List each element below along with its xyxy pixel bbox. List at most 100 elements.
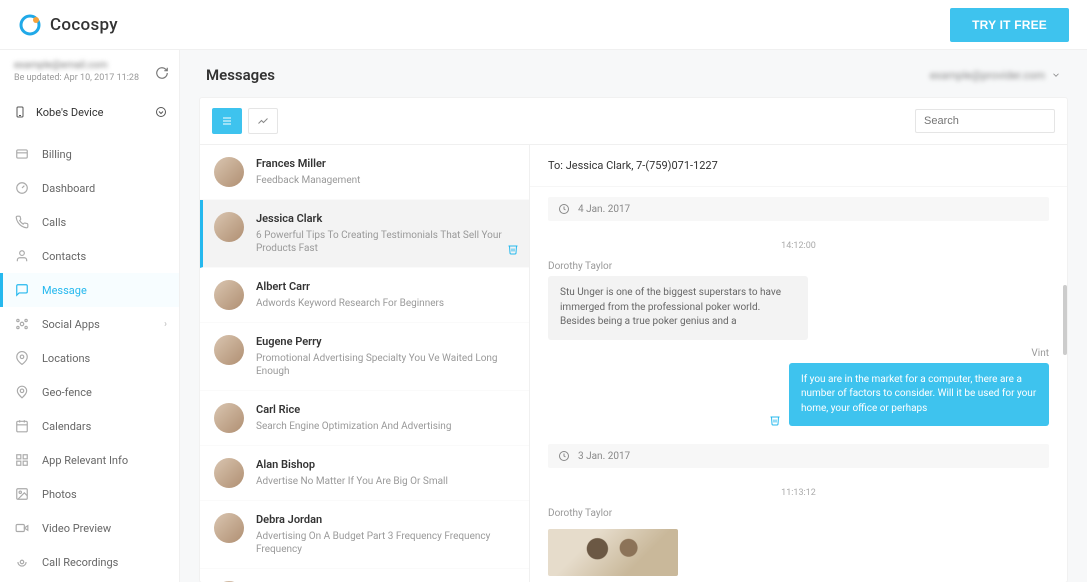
device-selector[interactable]: Kobe's Device (0, 91, 179, 133)
expand-icon[interactable] (155, 106, 167, 118)
sidebar-item-photos[interactable]: Photos (0, 477, 179, 511)
dashboard-icon (14, 180, 30, 196)
sidebar-item-contacts[interactable]: Contacts (0, 239, 179, 273)
avatar (214, 513, 244, 543)
nav-label: Message (42, 284, 87, 297)
nav-label: Geo-fence (42, 386, 92, 399)
delete-thread-icon[interactable] (507, 243, 519, 255)
nav-label: Billing (42, 148, 72, 161)
refresh-icon[interactable] (155, 66, 169, 80)
avatar (214, 403, 244, 433)
thread-item[interactable]: Amanda WaltersEffective Advertising Poin… (200, 569, 529, 582)
thread-name: Carl Rice (256, 403, 515, 416)
sidebar-item-locations[interactable]: Locations (0, 341, 179, 375)
list-view-button[interactable] (212, 108, 242, 134)
billing-icon (14, 146, 30, 162)
thread-name: Albert Carr (256, 280, 515, 293)
nav-label: Calendars (42, 420, 91, 433)
brand-logo[interactable]: Cocospy (18, 13, 118, 37)
social-icon (14, 316, 30, 332)
thread-snippet: Advertise No Matter If You Are Big Or Sm… (256, 475, 515, 488)
thread-name: Debra Jordan (256, 513, 515, 526)
nav-label: Video Preview (42, 522, 111, 535)
nav-label: Social Apps (42, 318, 100, 331)
panel-toolbar (200, 98, 1067, 145)
sidebar-item-billing[interactable]: Billing (0, 137, 179, 171)
thread-item[interactable]: Albert Carr Adwords Keyword Research For … (200, 268, 529, 323)
thread-snippet: Adwords Keyword Research For Beginners (256, 297, 515, 310)
timestamp: 14:12:00 (530, 241, 1067, 251)
device-icon (14, 105, 26, 119)
page-title: Messages (206, 66, 275, 84)
sidebar-item-social[interactable]: Social Apps› (0, 307, 179, 341)
geofence-icon (14, 384, 30, 400)
sidebar-item-calendars[interactable]: Calendars (0, 409, 179, 443)
sidebar-item-callrec[interactable]: Call Recordings (0, 545, 179, 579)
thread-item[interactable]: Carl RiceSearch Engine Optimization And … (200, 391, 529, 446)
sidebar-item-video[interactable]: Video Preview (0, 511, 179, 545)
locations-icon (14, 350, 30, 366)
avatar (214, 458, 244, 488)
conversation-to: To: Jessica Clark, 7-(759)071-1227 (530, 145, 1067, 187)
message-icon (14, 282, 30, 298)
thread-item[interactable]: Alan BishopAdvertise No Matter If You Ar… (200, 446, 529, 501)
date-label: 3 Jan. 2017 (578, 451, 630, 462)
sidebar: example@email.com Be updated: Apr 10, 20… (0, 50, 180, 582)
thread-item[interactable]: Jessica Clark 6 Powerful Tips To Creating… (200, 200, 529, 268)
messages-panel: Frances MillerFeedback ManagementJessica… (200, 98, 1067, 582)
video-icon (14, 520, 30, 536)
sidebar-item-apps[interactable]: App Relevant Info (0, 443, 179, 477)
try-free-button[interactable]: TRY IT FREE (950, 8, 1069, 42)
thread-snippet: 6 Powerful Tips To Creating Testimonials… (256, 229, 515, 255)
sidebar-account: example@email.com Be updated: Apr 10, 20… (0, 50, 179, 91)
conversation-view: To: Jessica Clark, 7-(759)071-1227 4 Jan… (530, 145, 1067, 582)
search-icon[interactable] (1066, 114, 1067, 128)
main-header: Messages example@provider.com (180, 50, 1087, 84)
device-name: Kobe's Device (36, 106, 103, 119)
contacts-icon (14, 248, 30, 264)
account-email-main: example@provider.com (930, 69, 1045, 82)
top-bar: Cocospy TRY IT FREE (0, 0, 1087, 50)
logo-icon (18, 13, 42, 37)
sidebar-item-geofence[interactable]: Geo-fence (0, 375, 179, 409)
thread-name: Jessica Clark (256, 212, 515, 225)
sender-name: Dorothy Taylor (548, 508, 1049, 519)
nav-label: Contacts (42, 250, 86, 263)
calls-icon (14, 214, 30, 230)
message-incoming: Stu Unger is one of the biggest supersta… (548, 276, 808, 340)
chart-view-button[interactable] (248, 108, 278, 134)
thread-name: Eugene Perry (256, 335, 515, 348)
nav-label: Dashboard (42, 182, 95, 195)
account-email-blur: example@email.com (14, 60, 108, 71)
thread-item[interactable]: Debra Jordan Advertising On A Budget Part… (200, 501, 529, 569)
nav-label: Calls (42, 216, 66, 229)
thread-item[interactable]: Frances MillerFeedback Management (200, 145, 529, 200)
sidebar-item-calls[interactable]: Calls (0, 205, 179, 239)
chevron-down-icon (1051, 70, 1061, 80)
scrollbar[interactable] (1063, 285, 1067, 355)
thread-item[interactable]: Eugene PerryPromotional Advertising Spec… (200, 323, 529, 391)
thread-snippet: Advertising On A Budget Part 3 Frequency… (256, 530, 515, 556)
avatar (214, 212, 244, 242)
last-updated: Be updated: Apr 10, 2017 11:28 (14, 73, 165, 83)
clock-icon (558, 450, 570, 462)
sidebar-nav: Billing Dashboard Calls Contacts Message Soci… (0, 133, 179, 582)
sidebar-item-dashboard[interactable]: Dashboard (0, 171, 179, 205)
apps-icon (14, 452, 30, 468)
avatar (214, 335, 244, 365)
message-image[interactable] (548, 529, 678, 576)
sender-name: Dorothy Taylor (548, 261, 1049, 272)
search-input[interactable] (924, 115, 1066, 127)
avatar (214, 157, 244, 187)
nav-label: Photos (42, 488, 77, 501)
date-separator: 4 Jan. 2017 (548, 197, 1049, 221)
sender-name-out: Vint (548, 348, 1049, 359)
message-outgoing: If you are in the market for a computer,… (789, 363, 1049, 427)
photos-icon (14, 486, 30, 502)
avatar (214, 280, 244, 310)
delete-message-icon[interactable] (769, 414, 781, 426)
account-dropdown[interactable]: example@provider.com (930, 69, 1061, 82)
sidebar-item-message[interactable]: Message (0, 273, 179, 307)
nav-label: Locations (42, 352, 90, 365)
search-field[interactable] (915, 109, 1055, 133)
